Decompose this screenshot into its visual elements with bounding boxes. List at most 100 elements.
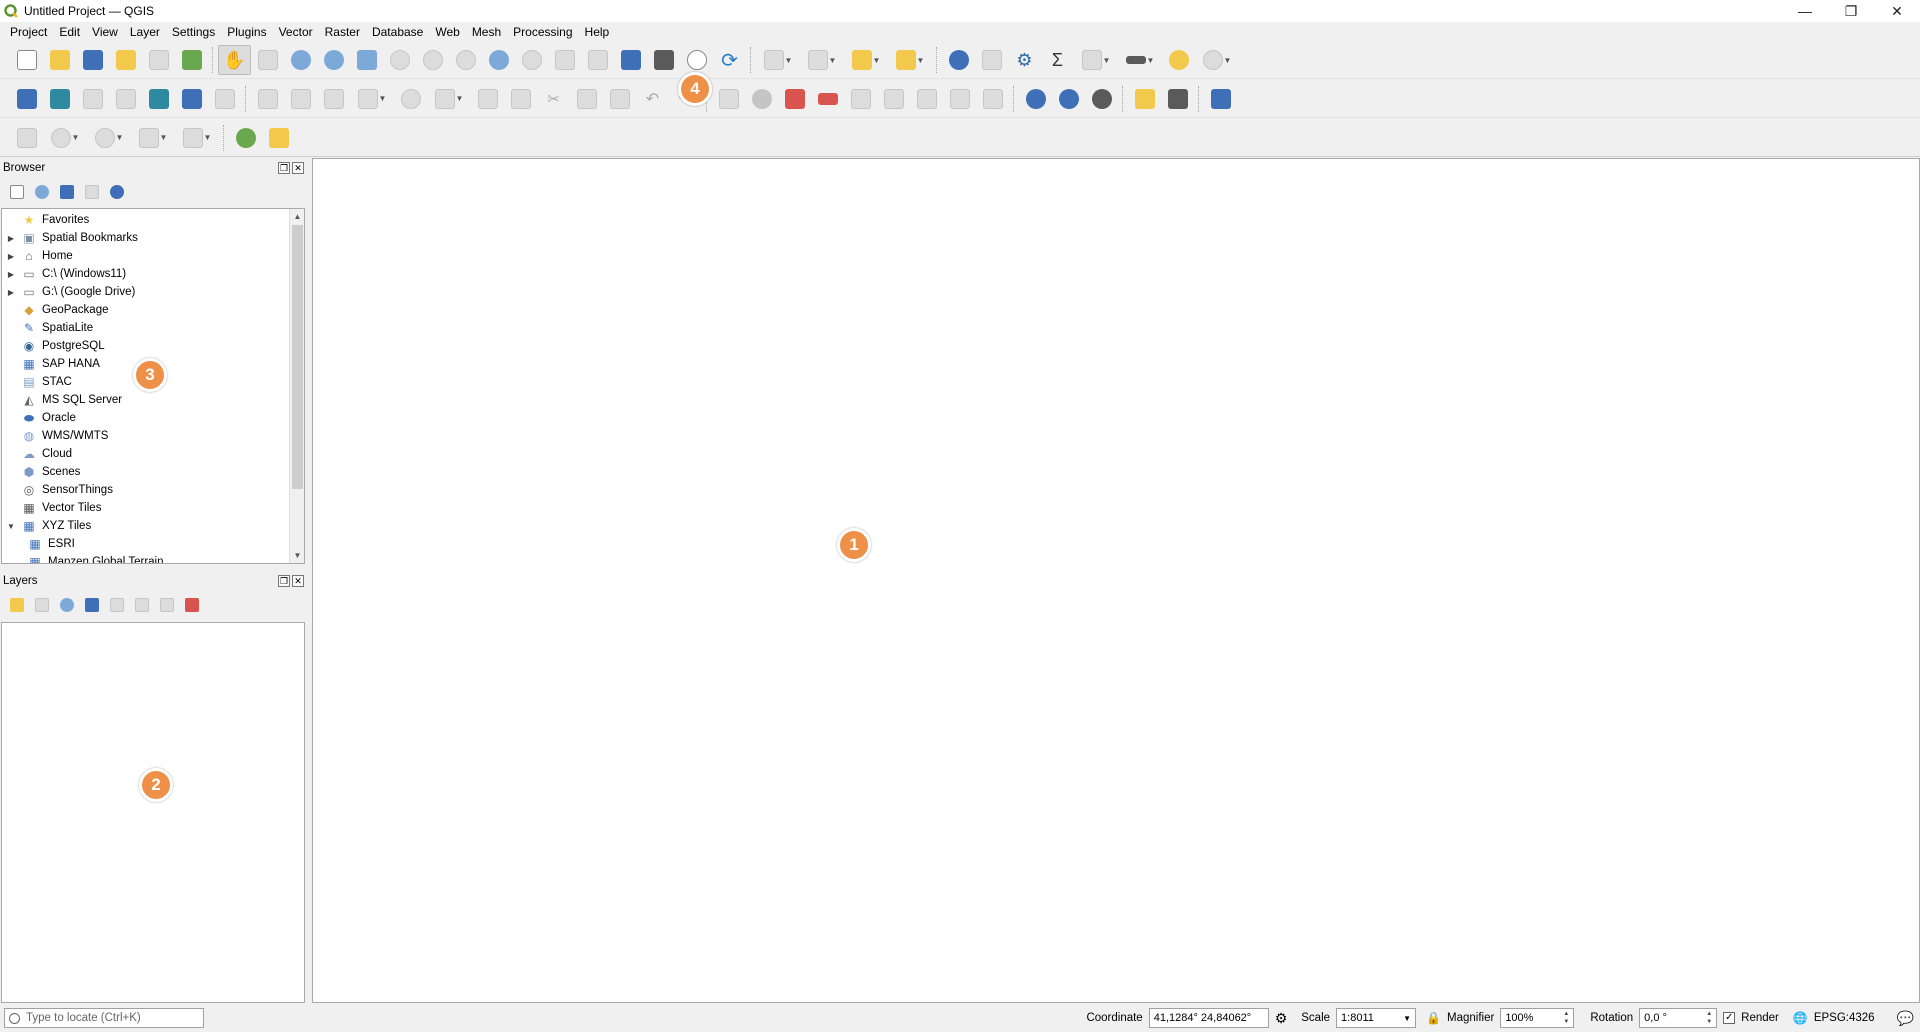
- add-ellipse-button[interactable]: ▼: [87, 123, 131, 153]
- pan-map-button[interactable]: ✋: [218, 45, 251, 75]
- close-button[interactable]: ✕: [1874, 0, 1920, 22]
- browser-item-spatialite[interactable]: ✎ SpatiaLite: [2, 319, 290, 337]
- menu-plugins[interactable]: Plugins: [221, 22, 272, 42]
- add-circular-string-button[interactable]: [10, 123, 43, 153]
- copy-features-button[interactable]: [570, 84, 603, 114]
- undo-button[interactable]: ↶: [636, 84, 669, 114]
- refresh-browser-button[interactable]: [31, 182, 52, 203]
- collapse-all-layers-button[interactable]: [156, 595, 177, 616]
- new-map-view-button[interactable]: [548, 45, 581, 75]
- float-panel-button[interactable]: ❐: [278, 575, 290, 587]
- new-vector-tile-button[interactable]: [208, 84, 241, 114]
- close-panel-button[interactable]: ✕: [292, 162, 304, 174]
- collapse-all-button[interactable]: [81, 182, 102, 203]
- new-print-layout-button[interactable]: [109, 45, 142, 75]
- layer-labeling-button[interactable]: [712, 84, 745, 114]
- zoom-to-selection-button[interactable]: [383, 45, 416, 75]
- menu-vector[interactable]: Vector: [273, 22, 319, 42]
- style-manager-button[interactable]: [175, 45, 208, 75]
- show-hide-labels-button[interactable]: [877, 84, 910, 114]
- annotations-button[interactable]: ▼: [1195, 45, 1239, 75]
- measure-button[interactable]: ▼: [1118, 45, 1162, 75]
- browser-item-wms-wmts[interactable]: ◍ WMS/WMTS: [2, 427, 290, 445]
- float-panel-button[interactable]: ❐: [278, 162, 290, 174]
- menu-help[interactable]: Help: [579, 22, 616, 42]
- zoom-in-button[interactable]: [284, 45, 317, 75]
- layers-tree[interactable]: [1, 622, 305, 1003]
- filter-by-expression-button[interactable]: [106, 595, 127, 616]
- scroll-thumb[interactable]: [292, 225, 303, 489]
- render-checkbox[interactable]: ✓: [1723, 1012, 1736, 1024]
- menu-layer[interactable]: Layer: [124, 22, 166, 42]
- close-panel-button[interactable]: ✕: [292, 575, 304, 587]
- manage-map-themes-button[interactable]: [56, 595, 77, 616]
- rotation-spinbox[interactable]: 0,0 ° ▲ ▼: [1639, 1008, 1718, 1028]
- save-edits-button[interactable]: [317, 84, 350, 114]
- modify-attributes-button[interactable]: [471, 84, 504, 114]
- locator-search-input[interactable]: Type to locate (Ctrl+K): [4, 1008, 204, 1028]
- temporal-controller-button[interactable]: [680, 45, 713, 75]
- browser-item-sensorthings[interactable]: ◎ SensorThings: [2, 481, 290, 499]
- map-tips-button[interactable]: [1162, 45, 1195, 75]
- add-wms-layer-button[interactable]: [1019, 84, 1052, 114]
- expanded-arrow-icon[interactable]: ▼: [5, 522, 17, 531]
- browser-item-geopackage[interactable]: ◆ GeoPackage: [2, 301, 290, 319]
- collapsed-arrow-icon[interactable]: ▶: [5, 252, 17, 261]
- highlight-pinned-labels-button[interactable]: [778, 84, 811, 114]
- add-group-button[interactable]: [31, 595, 52, 616]
- menu-processing[interactable]: Processing: [507, 22, 578, 42]
- add-rectangle-button[interactable]: ▼: [131, 123, 175, 153]
- collapsed-arrow-icon[interactable]: ▶: [5, 270, 17, 279]
- new-bookmark-button[interactable]: [614, 45, 647, 75]
- georeferencer-button[interactable]: [262, 123, 295, 153]
- save-project-button[interactable]: [76, 45, 109, 75]
- toggle-editing-button[interactable]: [284, 84, 317, 114]
- browser-item-spatial-bookmarks[interactable]: ▶ ▣ Spatial Bookmarks: [2, 229, 290, 247]
- menu-raster[interactable]: Raster: [319, 22, 366, 42]
- spin-arrows-icon[interactable]: ▲ ▼: [1563, 1010, 1569, 1026]
- select-by-value-button[interactable]: ▼: [800, 45, 844, 75]
- delete-selected-button[interactable]: [504, 84, 537, 114]
- crs-globe-icon[interactable]: 🌐: [1793, 1011, 1808, 1025]
- current-edits-button[interactable]: [251, 84, 284, 114]
- browser-item-xyz-tiles[interactable]: ▼ ▦ XYZ Tiles: [2, 517, 290, 535]
- add-wcs-layer-button[interactable]: [1085, 84, 1118, 114]
- paste-features-button[interactable]: [603, 84, 636, 114]
- identify-features-button[interactable]: [942, 45, 975, 75]
- cut-features-button[interactable]: ✂: [537, 84, 570, 114]
- add-regular-polygon-button[interactable]: ▼: [175, 123, 219, 153]
- python-console-button[interactable]: [1128, 84, 1161, 114]
- show-unplaced-labels-button[interactable]: [811, 84, 844, 114]
- menu-settings[interactable]: Settings: [166, 22, 221, 42]
- add-circle-button[interactable]: ▼: [43, 123, 87, 153]
- collapsed-arrow-icon[interactable]: ▶: [5, 234, 17, 243]
- browser-item-mapzen-global-terrain[interactable]: ▦ Mapzen Global Terrain: [2, 553, 290, 563]
- plugin-button[interactable]: [1161, 84, 1194, 114]
- select-features-button[interactable]: ▼: [756, 45, 800, 75]
- browser-item-postgresql[interactable]: ◉ PostgreSQL: [2, 337, 290, 355]
- toggle-extents-icon[interactable]: ⚙: [1275, 1010, 1288, 1027]
- new-geopackage-layer-button[interactable]: [43, 84, 76, 114]
- statistics-button[interactable]: Σ: [1041, 45, 1074, 75]
- rotate-label-button[interactable]: [943, 84, 976, 114]
- open-project-button[interactable]: [43, 45, 76, 75]
- minimize-button[interactable]: —: [1782, 0, 1828, 22]
- add-wfs-layer-button[interactable]: [1052, 84, 1085, 114]
- browser-item-vector-tiles[interactable]: ▦ Vector Tiles: [2, 499, 290, 517]
- menu-web[interactable]: Web: [429, 22, 465, 42]
- help-contents-button[interactable]: [1204, 84, 1237, 114]
- zoom-last-button[interactable]: [482, 45, 515, 75]
- filter-legend-button[interactable]: [81, 595, 102, 616]
- data-source-manager-button[interactable]: [10, 84, 43, 114]
- browser-item-g-google-drive[interactable]: ▶ ▭ G:\ (Google Drive): [2, 283, 290, 301]
- crs-button[interactable]: EPSG:4326: [1814, 1012, 1875, 1024]
- browser-item-oracle[interactable]: ⬬ Oracle: [2, 409, 290, 427]
- show-bookmarks-button[interactable]: [647, 45, 680, 75]
- zoom-out-button[interactable]: [317, 45, 350, 75]
- digitize-button[interactable]: ▼: [350, 84, 394, 114]
- new-virtual-layer-button[interactable]: [175, 84, 208, 114]
- menu-database[interactable]: Database: [366, 22, 429, 42]
- maximize-button[interactable]: ❐: [1828, 0, 1874, 22]
- zoom-next-button[interactable]: [515, 45, 548, 75]
- collapsed-arrow-icon[interactable]: ▶: [5, 288, 17, 297]
